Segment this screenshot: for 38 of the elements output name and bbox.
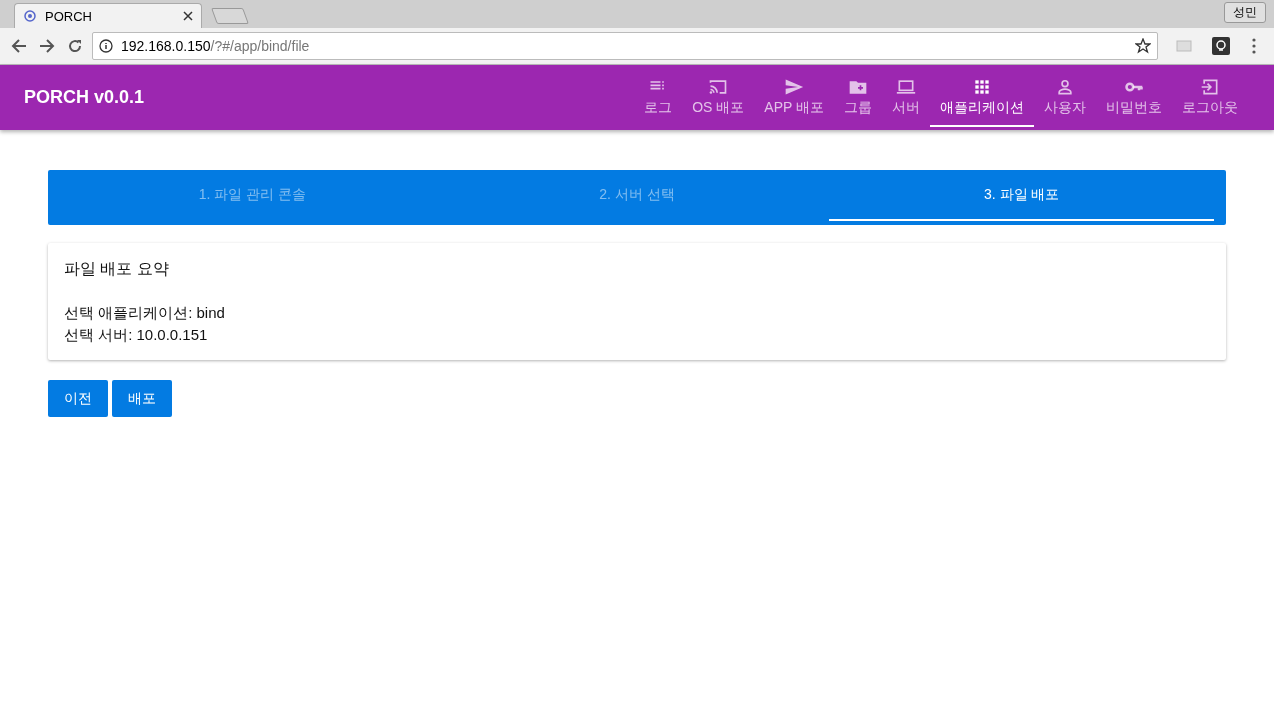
summary-line: 선택 애플리케이션: bind — [64, 303, 226, 323]
exit-icon — [1200, 77, 1220, 97]
step-tab[interactable]: 1. 파일 관리 콘솔 — [60, 170, 445, 221]
send-icon — [784, 77, 805, 97]
url-text: 192.168.0.150/?#/app/bind/file — [121, 38, 311, 54]
grid-icon — [972, 77, 992, 97]
previous-button[interactable]: 이전 — [48, 380, 108, 417]
nav-tab[interactable]: OS 배포 — [682, 69, 755, 127]
nav-tab[interactable]: 로그아웃 — [1172, 69, 1248, 127]
nav-tab[interactable]: 애플리케이션 — [930, 69, 1034, 127]
forward-arrow-icon[interactable] — [39, 38, 55, 54]
profile-button[interactable]: 성민 — [1224, 2, 1266, 23]
nav-tab[interactable]: 로그 — [634, 69, 683, 127]
address-bar[interactable]: 192.168.0.150/?#/app/bind/file — [92, 32, 1158, 60]
nav-tab[interactable]: 비밀번호 — [1096, 69, 1172, 127]
browser-tab[interactable]: PORCH — [14, 3, 202, 28]
reload-icon[interactable] — [67, 38, 83, 54]
nav-tab[interactable]: 사용자 — [1034, 69, 1096, 127]
nav-tab[interactable]: 그룹 — [834, 69, 882, 127]
step-tab[interactable]: 2. 서버 선택 — [444, 170, 830, 221]
tab-title: PORCH — [45, 8, 93, 24]
app-title: PORCH v0.0.1 — [24, 87, 146, 108]
step-tab[interactable]: 3. 파일 배포 — [829, 170, 1214, 221]
bulb-icon[interactable] — [1212, 37, 1230, 55]
summary-line: 선택 서버: 10.0.0.151 — [64, 325, 209, 345]
card-title: 파일 배포 요약 — [64, 259, 170, 279]
person-icon — [1055, 77, 1075, 97]
deploy-button[interactable]: 배포 — [112, 380, 172, 417]
laptop-icon — [896, 77, 916, 97]
spiral-icon — [23, 9, 37, 23]
nav-tab[interactable]: APP 배포 — [754, 69, 834, 127]
cast-icon — [708, 77, 729, 97]
nav-tab[interactable]: 서버 — [882, 69, 930, 127]
back-arrow-icon[interactable] — [11, 38, 27, 54]
close-icon[interactable] — [183, 11, 193, 21]
info-icon — [99, 39, 113, 53]
menu-icon[interactable] — [1252, 38, 1256, 54]
star-icon[interactable] — [1135, 38, 1151, 54]
